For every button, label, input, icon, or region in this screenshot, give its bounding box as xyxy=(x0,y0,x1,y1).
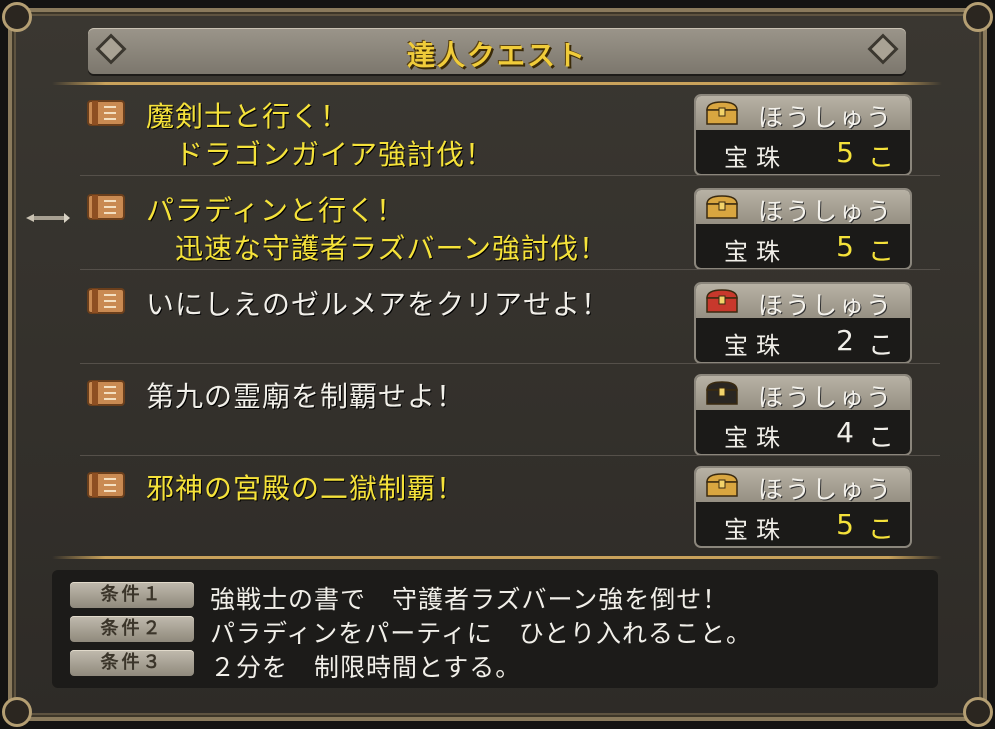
reward-item-name: 宝珠 xyxy=(724,424,788,452)
corner-ornament xyxy=(963,2,993,32)
quest-list: 魔剣士と行く！ ドラゴンガイア強討伐！ ほうしゅう 宝珠 5 こパラディンと行く！ 迅速… xyxy=(56,88,940,552)
conditions-panel: 条件１ 強戦士の書で 守護者ラズバーン強を倒せ！ 条件２ パラディンをパーティに… xyxy=(52,570,938,688)
title-bar: 達人クエスト xyxy=(88,28,906,74)
condition-badge: 条件１ xyxy=(70,582,194,608)
treasure-chest-icon xyxy=(706,195,738,219)
quest-title: パラディンと行く！ 迅速な守護者ラズバーン強討伐！ xyxy=(146,192,608,268)
quest-scroll-icon xyxy=(87,288,125,314)
quest-row[interactable]: 邪神の宮殿の二獄制覇！ ほうしゅう宝珠 5 こ xyxy=(80,460,940,548)
treasure-chest-icon xyxy=(706,101,738,125)
condition-text: 強戦士の書で 守護者ラズバーン強を倒せ！ xyxy=(210,585,729,614)
quest-row[interactable]: 第九の霊廟を制覇せよ！ ほうしゅう宝珠 4 こ xyxy=(80,368,940,456)
quest-row[interactable]: いにしえのゼルメアをクリアせよ！ ほうしゅう宝珠 2 こ xyxy=(80,276,940,364)
reward-box: ほうしゅう宝珠 5 こ xyxy=(694,94,912,176)
condition-text: パラディンをパーティに ひとり入れること。 xyxy=(210,619,753,648)
quest-title-line: ドラゴンガイア強討伐！ xyxy=(146,138,495,171)
quest-title-line: 魔剣士と行く！ xyxy=(146,100,350,133)
condition-text: ２分を 制限時間とする。 xyxy=(210,653,522,682)
condition-badge: 条件３ xyxy=(70,650,194,676)
treasure-chest-icon xyxy=(706,289,738,313)
quest-scroll-icon xyxy=(87,380,125,406)
reward-label: ほうしゅう xyxy=(758,475,894,504)
reward-unit: こ xyxy=(868,237,895,267)
reward-unit: こ xyxy=(868,423,895,453)
reward-count: 5 xyxy=(836,136,854,169)
treasure-chest-icon xyxy=(706,473,738,497)
quest-row[interactable]: パラディンと行く！ 迅速な守護者ラズバーン強討伐！ ほうしゅう宝珠 5 こ xyxy=(80,182,940,270)
divider xyxy=(52,556,942,559)
row-divider xyxy=(80,363,940,364)
quest-title-line: 迅速な守護者ラズバーン強討伐！ xyxy=(146,232,609,265)
quest-scroll-icon xyxy=(87,472,125,498)
reward-box: ほうしゅう宝珠 5 こ xyxy=(694,188,912,270)
quest-title: いにしえのゼルメアをクリアせよ！ xyxy=(146,286,610,324)
corner-ornament xyxy=(963,697,993,727)
row-divider xyxy=(80,455,940,456)
condition-badge: 条件２ xyxy=(70,616,194,642)
reward-box: ほうしゅう宝珠 5 こ xyxy=(694,466,912,548)
corner-ornament xyxy=(2,2,32,32)
reward-label: ほうしゅう xyxy=(758,291,894,320)
treasure-chest-icon xyxy=(706,381,738,405)
quest-title-line: 邪神の宮殿の二獄制覇！ xyxy=(146,472,466,505)
quest-scroll-icon xyxy=(87,194,125,220)
reward-item-name: 宝珠 xyxy=(724,144,788,172)
reward-count: 5 xyxy=(836,230,854,263)
reward-unit: こ xyxy=(868,143,895,173)
window-title: 達人クエスト xyxy=(406,39,587,72)
reward-unit: こ xyxy=(868,331,895,361)
reward-item-name: 宝珠 xyxy=(724,332,788,360)
quest-title-line: いにしえのゼルメアをクリアせよ！ xyxy=(146,288,611,321)
row-divider xyxy=(80,269,940,270)
reward-label: ほうしゅう xyxy=(758,103,894,132)
quest-title: 邪神の宮殿の二獄制覇！ xyxy=(146,470,465,508)
quest-row[interactable]: 魔剣士と行く！ ドラゴンガイア強討伐！ ほうしゅう宝珠 5 こ xyxy=(80,88,940,176)
reward-label: ほうしゅう xyxy=(758,383,894,412)
quest-scroll-icon xyxy=(87,100,125,126)
reward-count: 5 xyxy=(836,508,854,541)
row-divider xyxy=(80,175,940,176)
divider xyxy=(52,82,942,85)
quest-title: 第九の霊廟を制覇せよ！ xyxy=(146,378,465,416)
reward-item-name: 宝珠 xyxy=(724,516,788,544)
quest-title-line: パラディンと行く！ xyxy=(146,194,406,227)
reward-item-name: 宝珠 xyxy=(724,238,788,266)
corner-ornament xyxy=(2,697,32,727)
quest-title: 魔剣士と行く！ ドラゴンガイア強討伐！ xyxy=(146,98,494,174)
reward-unit: こ xyxy=(868,515,895,545)
reward-box: ほうしゅう宝珠 4 こ xyxy=(694,374,912,456)
reward-count: 4 xyxy=(836,416,854,449)
reward-label: ほうしゅう xyxy=(758,197,894,226)
quest-title-line: 第九の霊廟を制覇せよ！ xyxy=(146,380,466,413)
reward-count: 2 xyxy=(836,324,854,357)
reward-box: ほうしゅう宝珠 2 こ xyxy=(694,282,912,364)
